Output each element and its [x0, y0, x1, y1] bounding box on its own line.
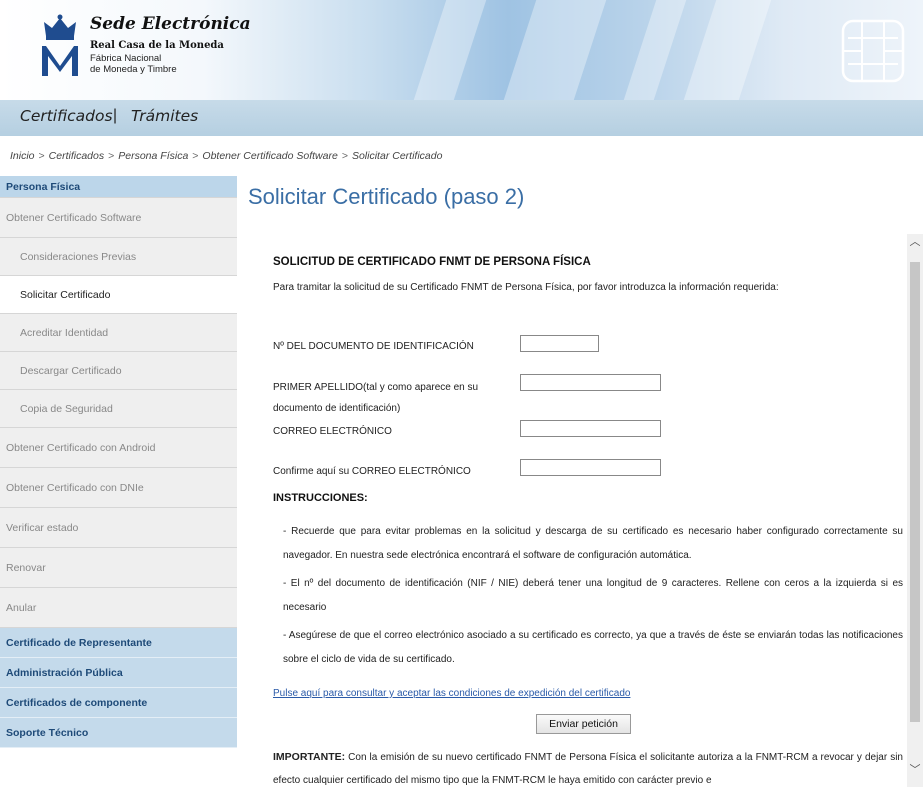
sidebar-category-label: Administración Pública	[6, 666, 123, 679]
sidebar-header-persona-fisica[interactable]: Persona Física	[0, 176, 237, 198]
important-label: IMPORTANTE:	[273, 751, 346, 763]
sidebar-item-label: Acreditar Identidad	[20, 326, 109, 339]
nav-separator: |	[113, 107, 118, 124]
instruction-item: - Recuerde que para evitar problemas en …	[283, 526, 903, 561]
doc-number-label: Nº DEL DOCUMENTO DE IDENTIFICACIÓN	[273, 341, 474, 352]
sidebar-category-label: Certificado de Representante	[6, 636, 152, 649]
important-notice: IMPORTANTE: Con la emisión de su nuevo c…	[273, 746, 903, 792]
form-heading: SOLICITUD DE CERTIFICADO FNMT DE PERSONA…	[273, 256, 591, 268]
breadcrumb-persona-fisica[interactable]: Persona Física	[118, 150, 188, 162]
sidebar-category-label: Soporte Técnico	[6, 726, 89, 739]
sidebar-item-android[interactable]: Obtener Certificado con Android	[0, 428, 237, 468]
sidebar-item-consideraciones[interactable]: Consideraciones Previas	[0, 238, 237, 276]
sidebar-category-label: Certificados de componente	[6, 696, 148, 709]
breadcrumb-separator: >	[38, 150, 45, 162]
banner-decoration	[503, 0, 607, 100]
intro-text: Para tramitar la solicitud de su Certifi…	[273, 282, 779, 293]
banner-decoration	[623, 0, 687, 100]
sidebar-category-componente[interactable]: Certificados de componente	[0, 688, 237, 718]
brand-line-2: Fábrica Nacional	[90, 53, 162, 64]
brand-line-3: de Moneda y Timbre	[90, 64, 177, 75]
breadcrumb-separator: >	[108, 150, 115, 162]
sidebar-item-renovar[interactable]: Renovar	[0, 548, 237, 588]
sidebar-item-verificar[interactable]: Verificar estado	[0, 508, 237, 548]
sidebar-category-administracion[interactable]: Administración Pública	[0, 658, 237, 688]
sidebar-category-representante[interactable]: Certificado de Representante	[0, 628, 237, 658]
header-banner: Sede Electrónica Real Casa de la Moneda …	[0, 0, 923, 100]
sidebar-item-acreditar[interactable]: Acreditar Identidad	[0, 314, 237, 352]
sidebar-item-label: Verificar estado	[6, 521, 79, 534]
breadcrumb: Inicio > Certificados > Persona Física > Obten…	[10, 150, 442, 162]
brand-line-1: Real Casa de la Moneda	[90, 40, 224, 51]
sidebar-item-solicitar[interactable]: Solicitar Certificado	[0, 276, 237, 314]
banner-decoration	[413, 0, 487, 100]
sidebar-item-label: Obtener Certificado Software	[6, 211, 142, 224]
instructions-heading: INSTRUCCIONES:	[273, 492, 368, 504]
sidebar-item-anular[interactable]: Anular	[0, 588, 237, 628]
crown-m-logo-icon[interactable]	[38, 14, 82, 78]
chevron-up-icon[interactable]: ︿	[907, 234, 923, 250]
sidebar-nav: Persona Física Obtener Certificado Softw…	[0, 176, 237, 748]
apellido-input[interactable]	[520, 374, 661, 391]
apellido-label-line2: documento de identificación)	[273, 403, 401, 414]
breadcrumb-inicio[interactable]: Inicio	[10, 150, 35, 162]
sidebar-item-dnie[interactable]: Obtener Certificado con DNIe	[0, 468, 237, 508]
breadcrumb-current: Solicitar Certificado	[351, 150, 443, 162]
sidebar-item-label: Copia de Seguridad	[20, 402, 113, 415]
scrollbar-thumb[interactable]	[910, 262, 920, 722]
sidebar-item-label: Renovar	[6, 561, 46, 574]
sidebar-item-label: Descargar Certificado	[20, 364, 122, 377]
page-title: Solicitar Certificado (paso 2)	[248, 184, 525, 209]
sidebar-header-label: Persona Física	[6, 180, 81, 193]
instruction-item: - Asegúrese de que el correo electrónico…	[283, 630, 903, 665]
conditions-link[interactable]: Pulse aquí para consultar y aceptar las …	[273, 688, 630, 699]
sidebar-item-copia[interactable]: Copia de Seguridad	[0, 390, 237, 428]
doc-number-input[interactable]	[520, 335, 599, 352]
email-confirm-input[interactable]	[520, 459, 661, 476]
nav-certificados[interactable]: Certificados	[20, 107, 113, 125]
apellido-label-line1: PRIMER APELLIDO(tal y como aparece en su	[273, 382, 479, 393]
submit-button[interactable]: Enviar petición	[536, 714, 631, 734]
banner-decoration	[683, 0, 772, 100]
sidebar-item-label: Solicitar Certificado	[20, 288, 111, 301]
brand-title: Sede Electrónica	[90, 14, 251, 34]
sidebar-item-obtener-software[interactable]: Obtener Certificado Software	[0, 198, 237, 238]
email-label: CORREO ELECTRÓNICO	[273, 426, 392, 437]
nav-tramites[interactable]: Trámites	[131, 107, 198, 125]
sidebar-item-label: Obtener Certificado con Android	[6, 441, 156, 454]
email-input[interactable]	[520, 420, 661, 437]
sidebar-category-soporte[interactable]: Soporte Técnico	[0, 718, 237, 748]
instruction-item: - El nº del documento de identificación …	[283, 578, 903, 613]
sidebar-item-descargar[interactable]: Descargar Certificado	[0, 352, 237, 390]
sidebar-item-label: Obtener Certificado con DNIe	[6, 481, 144, 494]
sidebar-item-label: Consideraciones Previas	[20, 250, 137, 263]
breadcrumb-certificados[interactable]: Certificados	[49, 150, 104, 162]
smartcard-chip-icon	[841, 19, 905, 83]
sidebar-item-label: Anular	[6, 601, 37, 614]
email-confirm-label: Confirme aquí su CORREO ELECTRÓNICO	[273, 466, 471, 477]
important-text: Con la emisión de su nuevo certificado F…	[273, 752, 903, 786]
breadcrumb-separator: >	[192, 150, 199, 162]
breadcrumb-obtener-software[interactable]: Obtener Certificado Software	[202, 150, 337, 162]
breadcrumb-separator: >	[341, 150, 348, 162]
chevron-down-icon[interactable]: ﹀	[907, 762, 923, 778]
